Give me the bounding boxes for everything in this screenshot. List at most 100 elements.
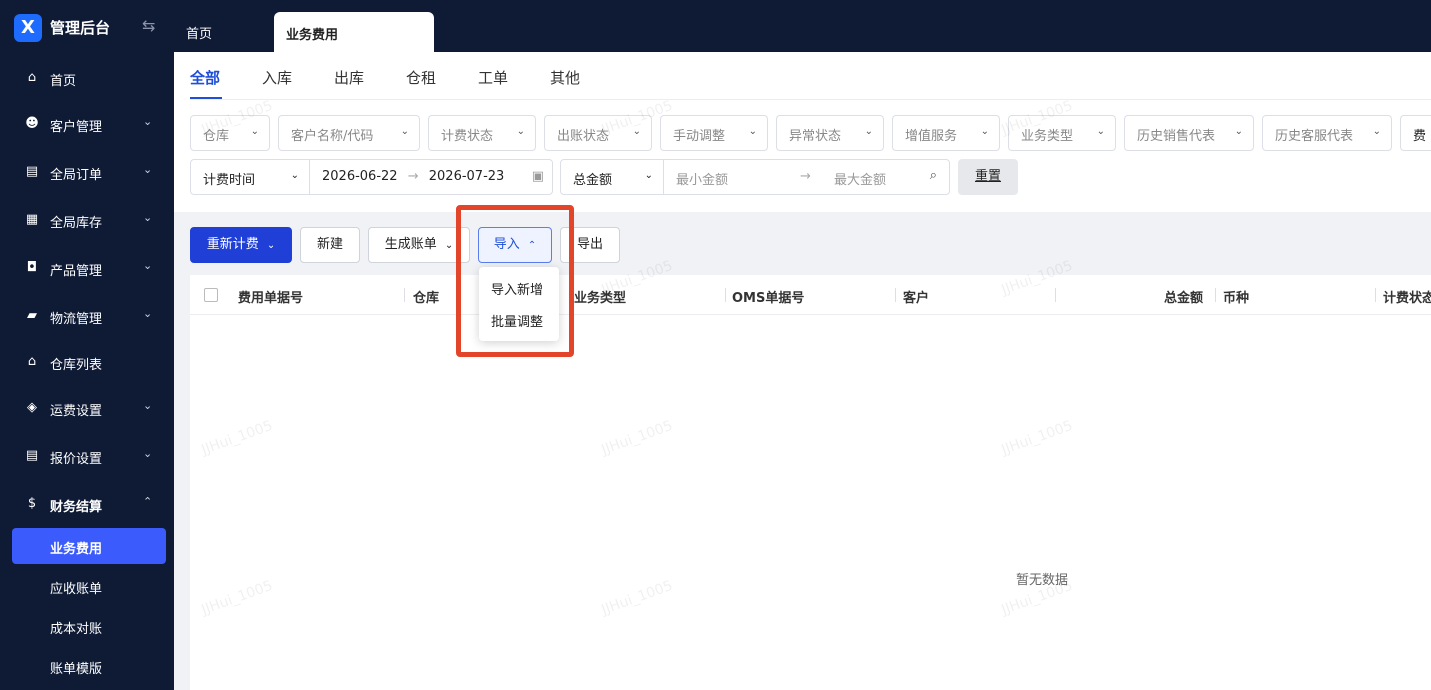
sidebar-item-home[interactable]: ⌂ 首页 [0, 58, 174, 98]
filter-label: 出账状态 [557, 129, 610, 144]
recalculate-label: 重新计费 [206, 237, 259, 252]
col-total-amount[interactable]: 总金额 [1164, 287, 1203, 306]
sidebar-subitem-receivables[interactable]: 应收账单 [12, 568, 166, 604]
filter-label: 异常状态 [789, 129, 842, 144]
chevron-down-icon: ⌄ [864, 126, 873, 137]
col-fee-no[interactable]: 费用单据号 [238, 287, 303, 306]
top-tab-business-fees[interactable]: 业务费用 [274, 12, 434, 52]
chevron-down-icon: ⌄ [143, 399, 153, 412]
sidebar-item-products[interactable]: ◘ 产品管理 ⌄ [0, 248, 174, 288]
sidebar-item-inventory[interactable]: ▦ 全局库存 ⌄ [0, 200, 174, 240]
warehouse-icon: ▦ [25, 212, 39, 227]
col-warehouse[interactable]: 仓库 [413, 287, 439, 306]
document-icon: ▤ [25, 448, 39, 463]
amount-type-select[interactable]: 总金额 ⌄ [560, 159, 664, 195]
sidebar-item-label: 仓库列表 [50, 358, 103, 373]
amount-range: 最小金额 → 最大金额 ⌕ [663, 159, 950, 195]
sidebar-subitem-business-fees[interactable]: 业务费用 [12, 528, 166, 564]
filter-service-rep[interactable]: 历史客服代表 ⌄ [1262, 115, 1392, 151]
sidebar-item-label: 客户管理 [50, 120, 103, 135]
tab-inbound[interactable]: 入库 [262, 67, 292, 88]
top-tab-home[interactable]: 首页 [186, 23, 212, 42]
sidebar-item-logistics[interactable]: ▰ 物流管理 ⌄ [0, 296, 174, 336]
bag-icon: ◘ [26, 260, 38, 275]
time-type-select[interactable]: 计费时间 ⌄ [190, 159, 310, 195]
filter-label: 历史销售代表 [1137, 129, 1216, 144]
search-icon[interactable]: ⌕ [930, 168, 937, 183]
sidebar-item-orders[interactable]: ▤ 全局订单 ⌄ [0, 152, 174, 192]
chevron-down-icon: ⌄ [143, 211, 153, 224]
column-divider [1055, 288, 1056, 302]
tab-all[interactable]: 全部 [190, 67, 220, 88]
sidebar-item-label: 全局订单 [50, 168, 103, 183]
chevron-down-icon: ⌄ [1234, 126, 1243, 137]
fees-table: 费用单据号 仓库 业务类型 OMS单据号 客户 总金额 币种 计费状态 暂无数据 [190, 275, 1431, 690]
sidebar-subitem-cost-reconciliation[interactable]: 成本对账 [12, 608, 166, 644]
sidebar: ⌂ 首页 ☻ 客户管理 ⌄ ▤ 全局订单 ⌄ ▦ 全局库存 ⌄ ◘ 产品管理 ⌄… [0, 52, 174, 690]
filter-sales-rep[interactable]: 历史销售代表 ⌄ [1124, 115, 1254, 151]
col-customer[interactable]: 客户 [903, 287, 929, 306]
date-range-picker[interactable]: 2026-06-22 → 2026-07-23 ▣ [309, 159, 553, 195]
filter-customer[interactable]: 客户名称/代码 ⌄ [278, 115, 420, 151]
filter-manual-adjust[interactable]: 手动调整 ⌄ [660, 115, 768, 151]
select-all-checkbox[interactable] [204, 288, 218, 302]
sidebar-item-quotes[interactable]: ▤ 报价设置 ⌄ [0, 436, 174, 476]
chevron-down-icon: ⌄ [143, 307, 153, 320]
sidebar-item-label: 产品管理 [50, 264, 103, 279]
column-divider [895, 288, 896, 302]
reset-button[interactable]: 重置 [958, 159, 1018, 195]
column-divider [404, 288, 405, 302]
tab-storage-rent[interactable]: 仓租 [406, 67, 436, 88]
filter-label: 客户名称/代码 [291, 129, 374, 144]
sidebar-item-label: 运费设置 [50, 404, 103, 419]
max-amount-input[interactable]: 最大金额 [834, 169, 886, 188]
chevron-down-icon: ⌄ [748, 126, 757, 137]
app-title: 管理后台 [50, 19, 111, 37]
filter-value-added[interactable]: 增值服务 ⌄ [892, 115, 1000, 151]
filter-fee[interactable]: 费 [1400, 115, 1431, 151]
col-billing-status[interactable]: 计费状态 [1383, 287, 1431, 306]
time-type-label: 计费时间 [203, 173, 256, 188]
filter-label: 业务类型 [1021, 129, 1074, 144]
sidebar-item-warehouses[interactable]: ⌂ 仓库列表 [0, 342, 174, 382]
col-oms-no[interactable]: OMS单据号 [732, 287, 804, 306]
filter-label: 历史客服代表 [1275, 129, 1354, 144]
new-button[interactable]: 新建 [300, 227, 360, 263]
column-divider [1375, 288, 1376, 302]
recalculate-button[interactable]: 重新计费 ⌄ [190, 227, 292, 263]
collapse-menu-icon[interactable]: ⇆ [142, 16, 155, 35]
chevron-down-icon: ⌄ [250, 126, 259, 137]
tab-other[interactable]: 其他 [550, 67, 580, 88]
generate-bill-button[interactable]: 生成账单 ⌄ [368, 227, 470, 263]
sidebar-subitem-bill-templates[interactable]: 账单模版 [12, 648, 166, 684]
sidebar-item-label: 首页 [50, 74, 77, 89]
filter-billing-status[interactable]: 计费状态 ⌄ [428, 115, 536, 151]
chevron-down-icon: ⌄ [1372, 126, 1381, 137]
sidebar-item-label: 物流管理 [50, 312, 103, 327]
arrow-right-icon: → [800, 169, 811, 184]
users-icon: ☻ [25, 116, 39, 131]
top-bar: X 管理后台 ⇆ 首页 业务费用 [0, 0, 1431, 52]
min-amount-input[interactable]: 最小金额 [676, 173, 728, 188]
sidebar-item-finance[interactable]: $ 财务结算 ⌃ [0, 484, 174, 524]
tab-work-order[interactable]: 工单 [478, 67, 508, 88]
column-divider [725, 288, 726, 302]
chevron-down-icon: ⌄ [290, 170, 299, 181]
col-currency[interactable]: 币种 [1223, 287, 1249, 306]
chevron-down-icon: ⌄ [444, 240, 454, 251]
chevron-down-icon: ⌄ [400, 126, 409, 137]
date-end: 2026-07-23 [428, 169, 505, 184]
tab-outbound[interactable]: 出库 [334, 67, 364, 88]
tab-divider [190, 99, 1431, 100]
truck-icon: ▰ [27, 308, 37, 323]
box-icon: ◈ [27, 400, 37, 415]
store-icon: ⌂ [27, 354, 37, 369]
sidebar-item-customers[interactable]: ☻ 客户管理 ⌄ [0, 104, 174, 144]
chevron-down-icon: ⌄ [1096, 126, 1105, 137]
sidebar-item-freight[interactable]: ◈ 运费设置 ⌄ [0, 388, 174, 428]
sidebar-item-label: 财务结算 [50, 500, 103, 515]
chevron-down-icon: ⌄ [266, 240, 276, 251]
filter-label: 费 [1413, 129, 1427, 144]
filter-exception-status[interactable]: 异常状态 ⌄ [776, 115, 884, 151]
sidebar-item-label: 全局库存 [50, 216, 103, 231]
